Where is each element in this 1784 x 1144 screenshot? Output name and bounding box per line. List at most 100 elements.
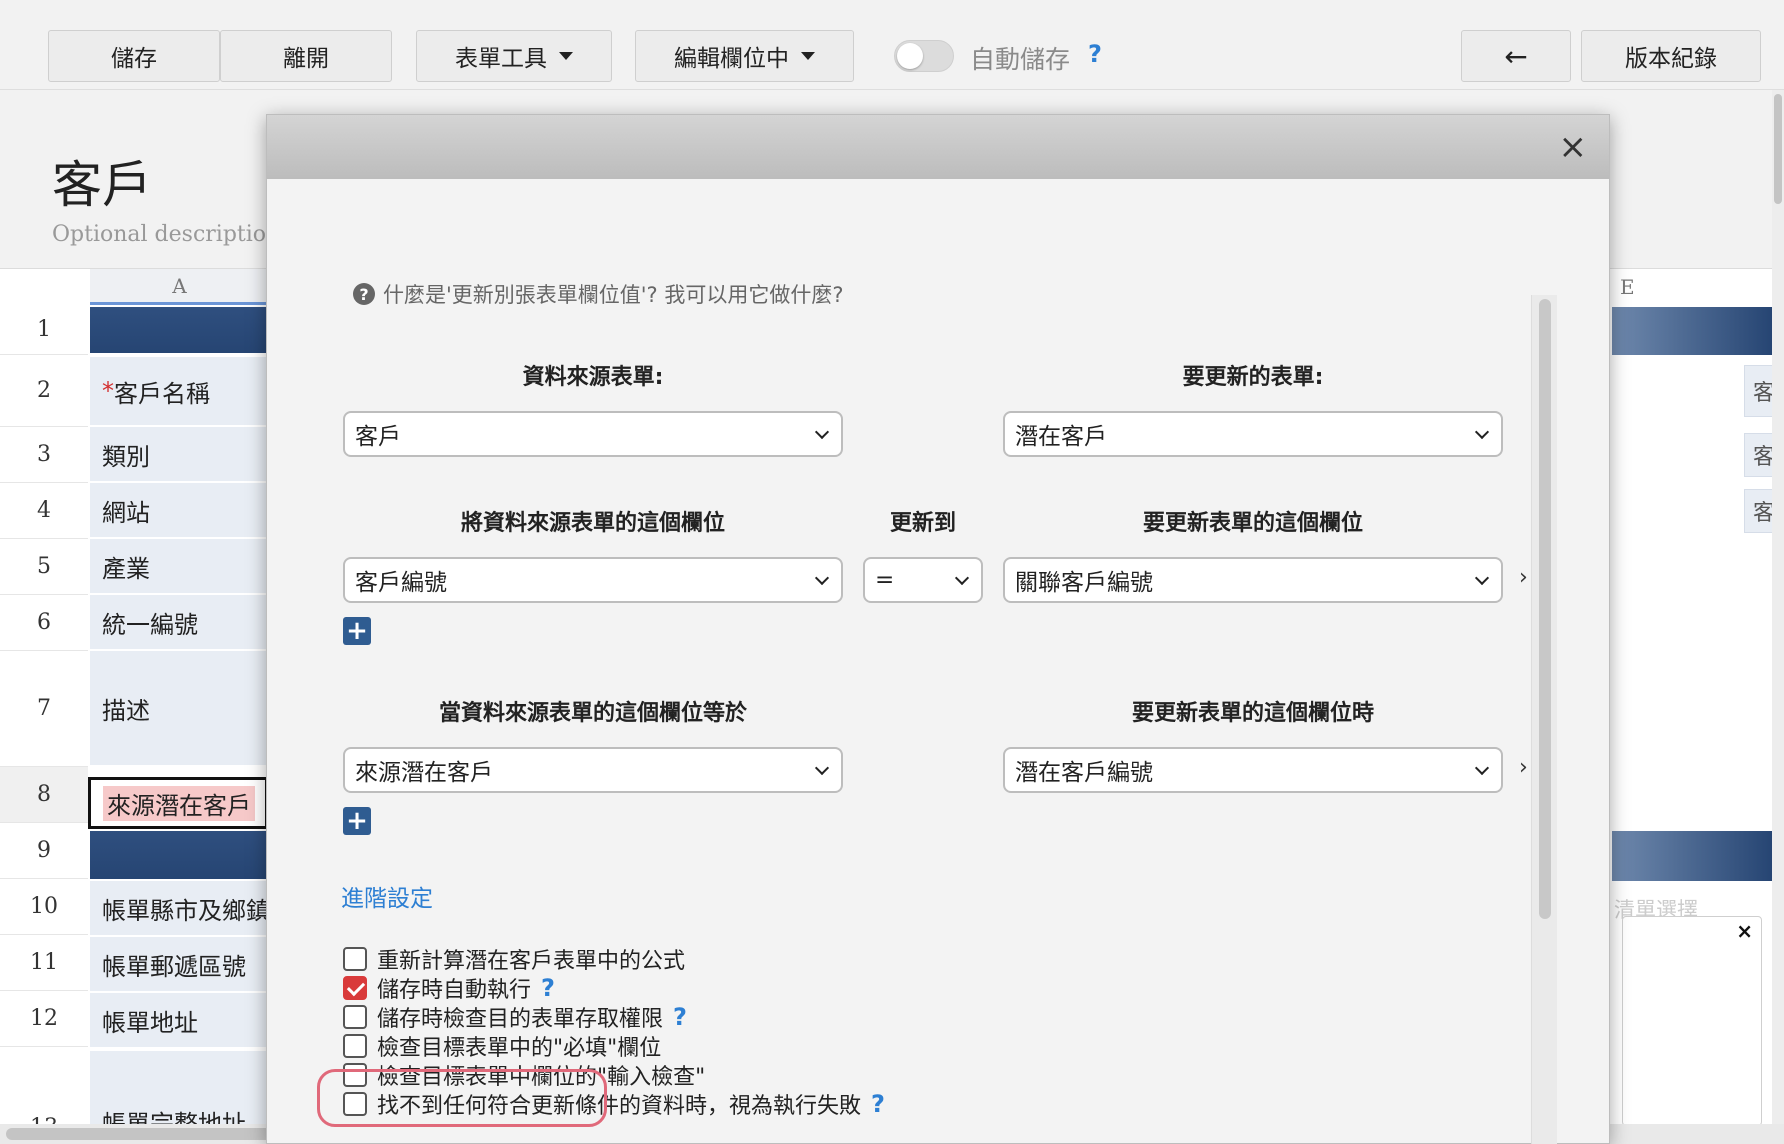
target-field-label: 要更新表單的這個欄位 xyxy=(1142,511,1363,536)
chevron-down-icon xyxy=(954,570,970,586)
source-form-select[interactable]: 客戶 xyxy=(343,411,843,457)
checkbox[interactable] xyxy=(343,1034,367,1058)
advanced-settings-link[interactable]: 進階設定 xyxy=(341,879,433,913)
row-number: 12 xyxy=(0,991,88,1047)
field-cell-industry[interactable]: 產業 xyxy=(90,539,270,595)
autosave-help-icon[interactable]: ? xyxy=(1088,40,1102,68)
form-tools-dropdown[interactable]: 表單工具 xyxy=(416,30,612,82)
row-number: 11 xyxy=(0,935,88,991)
source-field-select[interactable]: 客戶編號 xyxy=(343,557,843,603)
side-panel: × xyxy=(1622,916,1762,1126)
checkbox[interactable] xyxy=(343,947,367,971)
select-value: 客戶編號 xyxy=(355,570,447,596)
field-cell-category[interactable]: 類別 xyxy=(90,427,270,483)
option-check-required-fields[interactable]: 檢查目標表單中的"必填"欄位 xyxy=(343,1032,661,1061)
target-form-select[interactable]: 潛在客戶 xyxy=(1003,411,1503,457)
field-label: 類別 xyxy=(102,442,150,471)
section-header-band xyxy=(1612,831,1772,881)
field-cell-description[interactable]: 描述 xyxy=(90,651,270,767)
help-icon[interactable]: ? xyxy=(541,974,555,1002)
chevron-down-icon xyxy=(814,424,830,440)
section-header-band xyxy=(1612,307,1772,355)
row-number: 2 xyxy=(0,355,88,427)
row-number: 3 xyxy=(0,427,88,483)
field-cell-source-lead[interactable]: 來源潛在客戶 xyxy=(88,777,268,829)
row-number: 8 xyxy=(0,767,88,823)
row-number: 7 xyxy=(0,651,88,767)
chevron-down-icon xyxy=(1474,570,1490,586)
edit-field-dropdown[interactable]: 編輯欄位中 xyxy=(635,30,854,82)
select-value: = xyxy=(875,567,895,593)
option-label: 儲存時自動執行 xyxy=(377,978,532,1003)
field-cell-billing-city[interactable]: 帳單縣市及鄉鎮 xyxy=(90,881,270,937)
option-label: 儲存時檢查目的表單存取權限 xyxy=(377,1007,664,1032)
leave-button[interactable]: 離開 xyxy=(220,30,392,82)
row-number: 10 xyxy=(0,879,88,935)
source-form-label: 資料來源表單: xyxy=(522,365,664,390)
add-condition-button[interactable]: + xyxy=(343,807,371,835)
when-source-label: 當資料來源表單的這個欄位等於 xyxy=(438,701,747,726)
select-value: 潛在客戶編號 xyxy=(1015,760,1153,786)
help-link[interactable]: ? 什麼是'更新別張表單欄位值'? 我可以用它做什麼? xyxy=(353,279,844,309)
page-description[interactable]: Optional descriptio xyxy=(52,222,266,247)
field-cell-customer-name[interactable]: * 客戶名稱 xyxy=(90,357,270,427)
leave-button-label: 離開 xyxy=(283,46,329,72)
close-icon[interactable]: × xyxy=(1559,127,1588,167)
operator-select[interactable]: = xyxy=(863,557,983,603)
close-icon[interactable]: × xyxy=(1736,919,1753,943)
form-tools-label: 表單工具 xyxy=(455,46,547,72)
scrollbar-thumb[interactable] xyxy=(1774,94,1782,204)
field-cell-website[interactable]: 網站 xyxy=(90,483,270,539)
save-button[interactable]: 儲存 xyxy=(48,30,220,82)
help-text: 什麼是'更新別張表單欄位值'? 我可以用它做什麼? xyxy=(383,283,844,307)
scrollbar-thumb[interactable] xyxy=(1539,299,1551,919)
chevron-down-icon xyxy=(1474,760,1490,776)
version-history-label: 版本紀錄 xyxy=(1625,46,1717,72)
chevron-down-icon xyxy=(1474,424,1490,440)
remove-row-icon[interactable]: › xyxy=(1519,755,1528,780)
page-vertical-scrollbar[interactable] xyxy=(1772,90,1784,1124)
field-label: 產業 xyxy=(102,554,150,583)
update-other-form-modal: × ? 什麼是'更新別張表單欄位值'? 我可以用它做什麼? 資料來源表單: 要更… xyxy=(266,114,1610,1144)
add-mapping-button[interactable]: + xyxy=(343,617,371,645)
section-header-cell[interactable] xyxy=(90,307,270,355)
option-recalculate-formulas[interactable]: 重新計算潛在客戶表單中的公式 xyxy=(343,945,685,974)
required-mark: * xyxy=(102,377,114,405)
remove-row-icon[interactable]: › xyxy=(1519,565,1528,590)
back-button[interactable]: ← xyxy=(1461,30,1571,82)
when-target-label: 要更新表單的這個欄位時 xyxy=(1131,701,1374,726)
when-source-select[interactable]: 來源潛在客戶 xyxy=(343,747,843,793)
autosave-toggle[interactable] xyxy=(894,40,954,72)
select-value: 關聯客戶編號 xyxy=(1015,570,1153,596)
field-label: 帳單地址 xyxy=(102,1008,198,1037)
column-header-e[interactable]: E xyxy=(1620,269,1740,305)
field-cell-tax-id[interactable]: 統一編號 xyxy=(90,595,270,651)
update-to-label: 更新到 xyxy=(889,511,956,536)
field-label: 帳單郵遞區號 xyxy=(102,952,246,981)
section-header-cell[interactable] xyxy=(90,831,270,881)
back-arrow-icon: ← xyxy=(1504,39,1528,73)
field-label: 客戶名稱 xyxy=(114,379,210,408)
question-circle-icon: ? xyxy=(353,283,375,305)
source-field-label: 將資料來源表單的這個欄位 xyxy=(460,511,725,536)
version-history-button[interactable]: 版本紀錄 xyxy=(1581,30,1761,82)
select-value: 潛在客戶 xyxy=(1015,424,1107,450)
help-icon[interactable]: ? xyxy=(673,1003,687,1031)
checkbox-checked[interactable] xyxy=(343,976,367,1000)
option-auto-run-on-save[interactable]: 儲存時自動執行 ? xyxy=(343,974,555,1003)
row-number: 1 xyxy=(0,305,88,355)
row-number: 5 xyxy=(0,539,88,595)
modal-vertical-scrollbar[interactable] xyxy=(1531,295,1557,1144)
help-icon[interactable]: ? xyxy=(871,1090,885,1118)
option-check-target-permission[interactable]: 儲存時檢查目的表單存取權限 ? xyxy=(343,1003,687,1032)
field-label: 來源潛在客戶 xyxy=(103,785,255,821)
column-header-a[interactable]: A xyxy=(90,269,270,305)
caret-down-icon xyxy=(801,52,815,60)
field-cell-billing-address[interactable]: 帳單地址 xyxy=(90,993,270,1049)
checkbox[interactable] xyxy=(343,1005,367,1029)
modal-header: × xyxy=(267,115,1609,179)
target-field-select[interactable]: 關聯客戶編號 xyxy=(1003,557,1503,603)
field-cell-billing-zip[interactable]: 帳單郵遞區號 xyxy=(90,937,270,993)
when-target-select[interactable]: 潛在客戶編號 xyxy=(1003,747,1503,793)
select-value: 客戶 xyxy=(355,424,401,450)
